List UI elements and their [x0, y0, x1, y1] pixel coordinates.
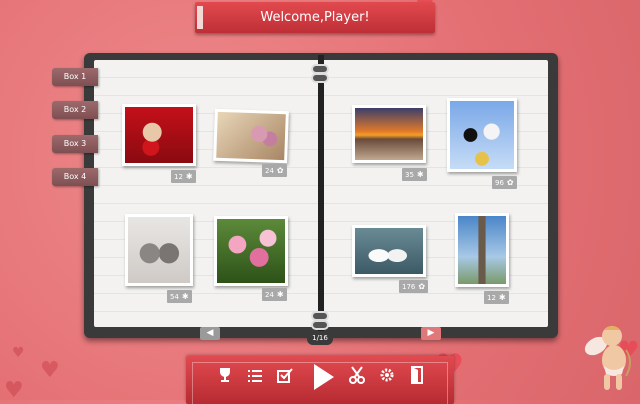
- swans-image: [355, 228, 423, 274]
- puzzle-card-swans[interactable]: [352, 225, 426, 277]
- binder-ring: [311, 320, 329, 330]
- pieces-badge: 35 ✱: [402, 168, 427, 181]
- pieces-badge: 96 ✿: [492, 176, 517, 189]
- puzzle-card-kittens[interactable]: [125, 214, 193, 286]
- decor-heart-icon: ♥: [4, 378, 24, 403]
- pieces-badge: 12 ✱: [484, 291, 509, 304]
- puzzle-piece-icon: ✱: [185, 172, 193, 181]
- pieces-badge: 24 ✱: [262, 288, 287, 301]
- binder-ring: [311, 73, 329, 83]
- tab-label: Box 4: [63, 172, 87, 181]
- pieces-badge: 54 ✱: [167, 290, 192, 303]
- puzzle-card-pink-flowers[interactable]: [214, 216, 288, 286]
- tab-label: Box 2: [63, 105, 87, 114]
- decor-heart-icon: ♥: [40, 358, 60, 383]
- prev-page-button[interactable]: ◀: [200, 327, 220, 340]
- list-icon[interactable]: [242, 366, 268, 392]
- pieces-badge: 24 ✿: [262, 164, 287, 177]
- play-button[interactable]: [306, 361, 340, 395]
- puzzle-card-teddy-bear[interactable]: [122, 104, 196, 166]
- teddy-bear-image: [125, 107, 193, 163]
- eiffel-tower-image: [458, 216, 506, 284]
- cog-icon: ✿: [506, 178, 514, 187]
- trophy-icon[interactable]: [212, 366, 238, 392]
- page-number: 1/16: [307, 331, 333, 345]
- settings-icon[interactable]: [374, 366, 400, 392]
- checkbox-icon[interactable]: [272, 366, 298, 392]
- tab-box-1[interactable]: Box 1: [52, 68, 98, 86]
- puzzle-piece-icon: ✱: [416, 170, 424, 179]
- tab-label: Box 1: [63, 72, 87, 81]
- puzzle-piece-icon: ✱: [276, 290, 284, 299]
- puzzle-card-wedding[interactable]: [447, 98, 517, 172]
- sunset-image: [355, 108, 423, 160]
- pieces-badge: 176 ✿: [399, 280, 429, 293]
- puzzle-card-roses[interactable]: [213, 108, 289, 164]
- tab-box-3[interactable]: Box 3: [52, 135, 98, 153]
- tab-label: Box 3: [63, 139, 87, 148]
- cog-icon: ✿: [276, 166, 284, 175]
- play-icon: [314, 364, 334, 390]
- left-arrow-icon: ◀: [206, 328, 214, 338]
- left-page: [94, 60, 318, 327]
- cupid-icon: [582, 320, 638, 396]
- kittens-image: [128, 217, 190, 283]
- cog-icon: ✿: [418, 282, 426, 291]
- tab-box-4[interactable]: Box 4: [52, 168, 98, 186]
- welcome-text: Welcome,Player!: [260, 10, 370, 25]
- puzzle-piece-icon: ✱: [181, 292, 189, 301]
- welcome-banner: Welcome,Player!: [195, 2, 435, 33]
- puzzle-card-sunset[interactable]: [352, 105, 426, 163]
- tab-box-2[interactable]: Box 2: [52, 101, 98, 119]
- puzzle-card-eiffel-tower[interactable]: [455, 213, 509, 287]
- pink-flowers-image: [217, 219, 285, 283]
- wedding-image: [450, 101, 514, 169]
- scissors-icon[interactable]: [344, 366, 370, 392]
- roses-image: [216, 111, 286, 161]
- decor-heart-icon: ♥: [12, 345, 25, 361]
- next-page-button[interactable]: ▶: [421, 327, 441, 340]
- pieces-badge: 12 ✱: [171, 170, 196, 183]
- exit-door-icon[interactable]: [404, 366, 430, 392]
- puzzle-piece-icon: ✱: [498, 293, 506, 302]
- bottom-toolbar: [186, 356, 454, 404]
- right-arrow-icon: ▶: [427, 328, 435, 338]
